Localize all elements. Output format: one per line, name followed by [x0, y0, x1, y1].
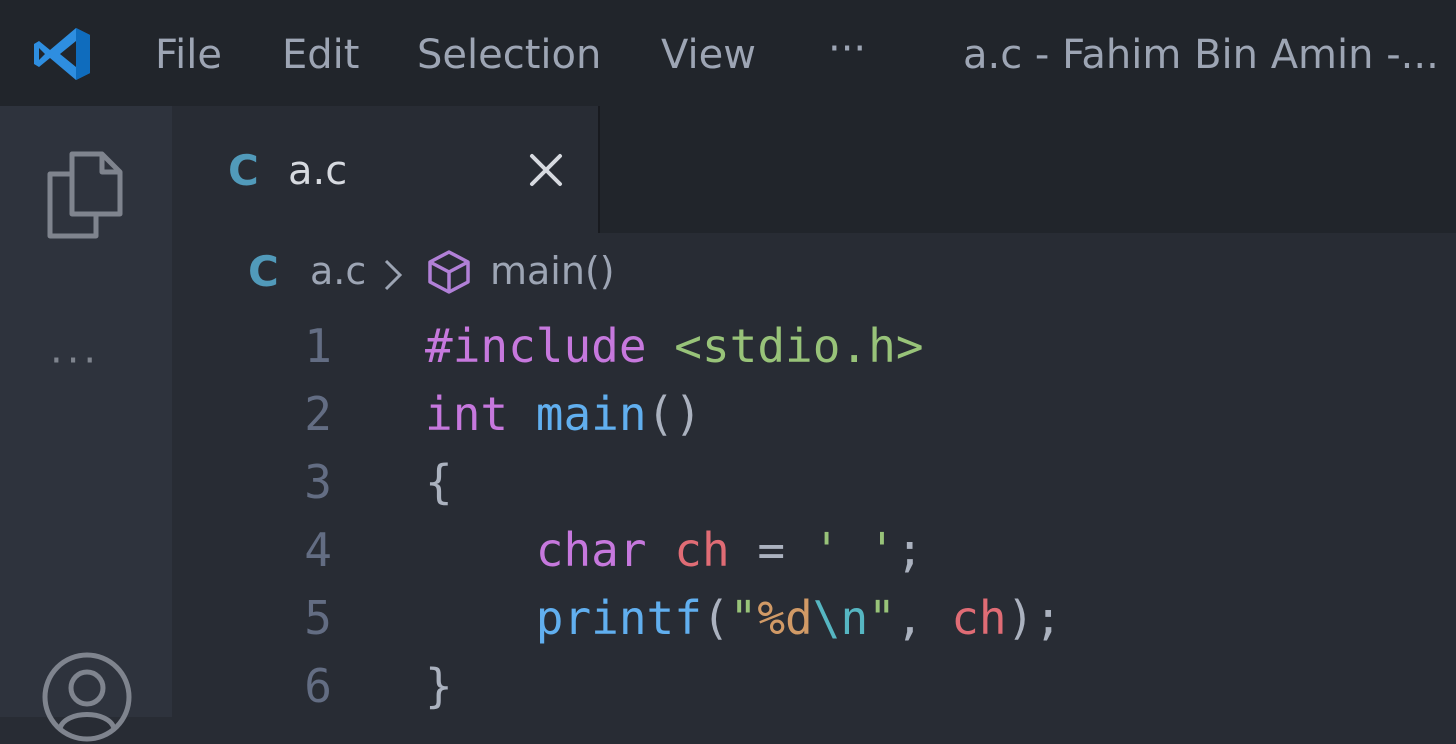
ellipsis-icon[interactable]: ···	[50, 338, 100, 384]
close-icon[interactable]	[528, 152, 564, 188]
code-token: #include	[425, 319, 647, 373]
line-number: 1	[304, 319, 332, 373]
code-token: <stdio.h>	[674, 319, 924, 373]
c-file-icon: C	[228, 146, 259, 195]
code-token: (	[701, 591, 730, 645]
code-text[interactable]: char ch = ' ';	[425, 516, 924, 584]
tab-strip: C a.c	[172, 106, 1456, 233]
breadcrumb-symbol[interactable]: main()	[490, 249, 615, 293]
files-icon[interactable]	[44, 148, 126, 242]
c-file-icon: C	[248, 247, 279, 296]
chevron-right-icon	[384, 259, 403, 291]
code-token: int	[425, 387, 509, 441]
menu-file[interactable]: File	[155, 30, 222, 80]
line-number: 5	[304, 591, 332, 645]
symbol-method-icon	[428, 250, 470, 294]
tab-a-c[interactable]: C a.c	[172, 106, 600, 233]
code-token: "	[868, 591, 896, 645]
line-number: 4	[304, 523, 332, 577]
menu-view[interactable]: View	[661, 30, 756, 80]
window-title: a.c - Fahim Bin Amin -...	[963, 32, 1439, 78]
menu-selection[interactable]: Selection	[417, 30, 601, 80]
account-icon[interactable]	[40, 650, 134, 744]
code-token: %d	[757, 591, 813, 645]
code-token: "	[729, 591, 758, 645]
breadcrumb-file[interactable]: a.c	[310, 249, 366, 293]
code-text[interactable]: #include <stdio.h>	[425, 312, 924, 380]
code-token: }	[425, 659, 453, 713]
code-token: \n	[812, 591, 869, 645]
code-token: printf	[535, 591, 702, 645]
code-token: main	[535, 387, 647, 441]
code-token: char	[535, 523, 647, 577]
vscode-logo-icon	[34, 28, 90, 80]
code-text[interactable]: int main()	[425, 380, 702, 448]
code-token: ch	[674, 523, 730, 577]
tab-label: a.c	[288, 148, 348, 194]
code-token: ,	[895, 591, 952, 645]
code-token: ;	[895, 523, 924, 577]
line-number: 6	[304, 659, 332, 713]
code-token: =	[729, 523, 813, 577]
code-token: {	[425, 455, 453, 509]
code-token: ' '	[812, 523, 896, 577]
code-text[interactable]: {	[425, 448, 453, 516]
title-bar: File Edit Selection View ··· a.c - Fahim…	[0, 0, 1456, 106]
code-token: );	[1006, 591, 1063, 645]
code-text[interactable]: printf("%d\n", ch);	[425, 584, 1062, 652]
code-editor[interactable]: 1 #include <stdio.h> 2 int main() 3 {4 char c…	[172, 312, 1456, 717]
code-text[interactable]: }	[425, 652, 453, 720]
activity-bar: ···	[0, 106, 172, 742]
menu-edit[interactable]: Edit	[282, 30, 359, 80]
menu-more-button[interactable]: ···	[828, 24, 866, 74]
line-number: 3	[304, 455, 332, 509]
line-number: 2	[304, 387, 332, 441]
code-token: ch	[951, 591, 1007, 645]
code-token: ()	[646, 387, 702, 441]
